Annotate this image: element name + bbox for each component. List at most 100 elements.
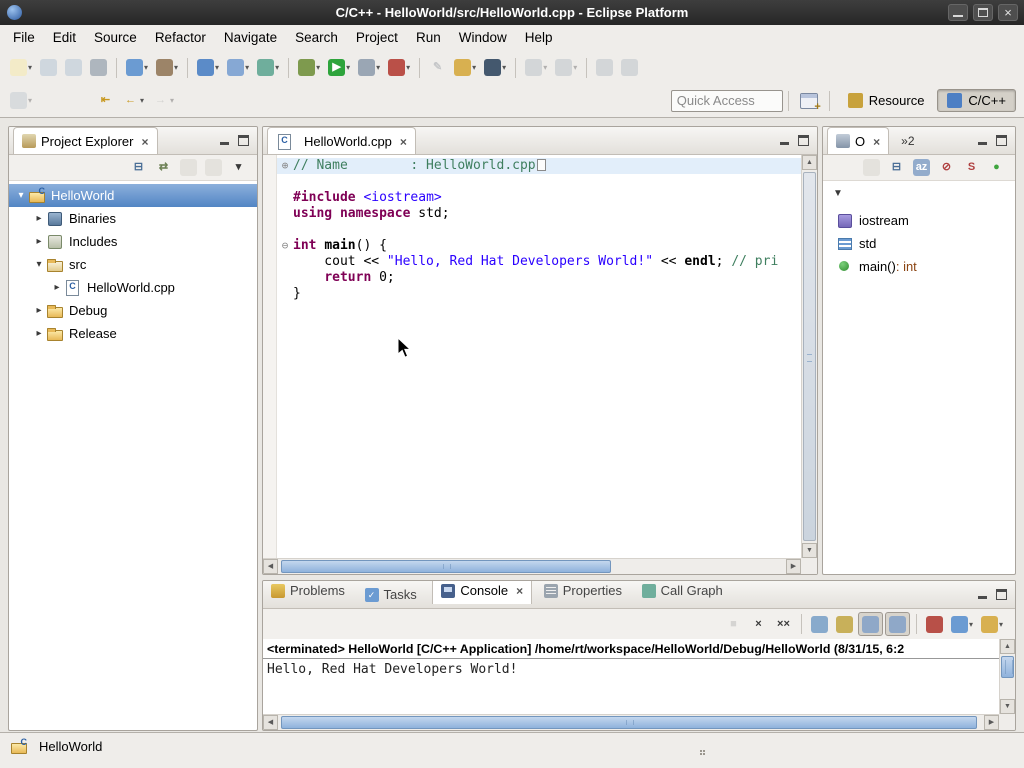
toolbar-button[interactable]: ▾	[123, 56, 151, 80]
console-area-tab[interactable]: Console	[432, 580, 532, 604]
code-line[interactable]: ⊖int main() {	[277, 238, 801, 254]
close-tab-icon[interactable]	[873, 134, 880, 149]
tree-row[interactable]: ▸ HelloWorld.cpp	[9, 276, 257, 299]
console-area-tab[interactable]: Tasks	[357, 581, 425, 608]
perspective-button[interactable]: C/C++	[937, 89, 1016, 112]
tree-row[interactable]: ▸ Debug	[9, 299, 257, 322]
maximize-view-button[interactable]	[996, 589, 1007, 600]
toolbar-button[interactable]: ▾	[522, 56, 550, 80]
toolbar-button[interactable]: ▾	[833, 612, 856, 636]
dropdown-caret-icon[interactable]: ▾	[969, 620, 973, 629]
toolbar-button[interactable]: ×× ▾	[772, 612, 795, 636]
maximize-view-button[interactable]	[798, 135, 809, 146]
dropdown-caret-icon[interactable]: ▾	[316, 63, 320, 72]
toolbar-button[interactable]: ⊟ ▾	[885, 158, 908, 178]
toolbar-button[interactable]: az ▾	[910, 158, 933, 178]
dropdown-caret-icon[interactable]: ▾	[999, 620, 1003, 629]
code-line[interactable]: }	[277, 286, 801, 302]
menu-item[interactable]: Project	[347, 25, 407, 51]
scroll-left-icon[interactable]: ◀	[263, 559, 278, 574]
dropdown-caret-icon[interactable]: ▾	[28, 96, 32, 105]
toolbar-button[interactable]: → ▾	[149, 89, 177, 113]
scrollbar-thumb[interactable]	[1001, 656, 1014, 678]
dropdown-caret-icon[interactable]: ▾	[346, 63, 350, 72]
toolbar-button[interactable]: ▾	[923, 612, 946, 636]
scrollbar-thumb[interactable]	[281, 560, 611, 573]
maximize-window-button[interactable]	[973, 4, 993, 21]
toolbar-button[interactable]: ▾	[948, 612, 976, 636]
toolbar-button[interactable]: ▾	[7, 89, 35, 113]
minimize-view-button[interactable]	[779, 135, 790, 146]
expand-arrow-icon[interactable]: ▸	[32, 236, 46, 247]
perspective-button[interactable]: Resource	[838, 89, 935, 112]
code-line[interactable]: ⊕// Name : HelloWorld.cpp	[277, 158, 801, 174]
menu-item[interactable]: Search	[286, 25, 347, 51]
expand-arrow-icon[interactable]: ▸	[32, 328, 46, 339]
toolbar-button[interactable]: ⊟ ▾	[127, 158, 150, 178]
close-tab-icon[interactable]	[516, 583, 523, 598]
menu-item[interactable]: Help	[516, 25, 562, 51]
dropdown-caret-icon[interactable]: ▾	[140, 96, 144, 105]
close-tab-icon[interactable]	[141, 134, 148, 149]
dropdown-caret-icon[interactable]: ▾	[406, 63, 410, 72]
toolbar-button[interactable]: ▶ ▾	[325, 56, 353, 80]
expand-arrow-icon[interactable]: ▸	[50, 282, 64, 293]
toolbar-button[interactable]: ▾	[37, 56, 60, 80]
outline-view-menu-icon[interactable]: ▼	[823, 181, 1015, 205]
close-tab-icon[interactable]	[400, 134, 407, 149]
toolbar-button[interactable]: ▾	[62, 56, 85, 80]
maximize-view-button[interactable]	[996, 135, 1007, 146]
dropdown-caret-icon[interactable]: ▾	[502, 63, 506, 72]
toolbar-button[interactable]: ▾	[355, 56, 383, 80]
minimize-view-button[interactable]	[977, 589, 988, 600]
dropdown-caret-icon[interactable]: ▾	[144, 63, 148, 72]
toolbar-button[interactable]: ▾	[295, 56, 323, 80]
toolbar-button[interactable]: ▾	[552, 56, 580, 80]
scroll-right-icon[interactable]: ▶	[786, 559, 801, 574]
toolbar-button[interactable]: × ▾	[747, 612, 770, 636]
expand-arrow-icon[interactable]: ▾	[32, 259, 46, 270]
vertical-scrollbar[interactable]: ▲ ▼	[999, 639, 1015, 714]
toolbar-button[interactable]: ▾	[618, 56, 641, 80]
toolbar-button[interactable]: ▾	[593, 56, 616, 80]
dropdown-caret-icon[interactable]: ▾	[170, 96, 174, 105]
minimize-view-button[interactable]	[219, 135, 230, 146]
code-lines[interactable]: ⊕// Name : HelloWorld.cpp#include <iostr…	[277, 158, 801, 558]
tree-row[interactable]: ▾ HelloWorld	[9, 184, 257, 207]
toolbar-button[interactable]: ⇤ ▾	[94, 89, 117, 113]
menu-item[interactable]: Refactor	[146, 25, 215, 51]
toolbar-button[interactable]: ← ▾	[119, 89, 147, 113]
fold-marker-icon[interactable]: ⊕	[277, 158, 293, 174]
tab-outline[interactable]: O	[827, 127, 889, 154]
toolbar-button[interactable]: ⊘ ▾	[935, 158, 958, 178]
console-output-area[interactable]: <terminated> HelloWorld [C/C++ Applicati…	[263, 639, 999, 714]
toolbar-button[interactable]: ▾	[254, 56, 282, 80]
scroll-right-icon[interactable]: ▶	[984, 715, 999, 730]
code-line[interactable]	[277, 222, 801, 238]
folded-region-box[interactable]	[537, 159, 546, 171]
outline-item[interactable]: std	[823, 232, 1015, 255]
toolbar-button[interactable]: ● ▾	[985, 158, 1008, 178]
toolbar-button[interactable]: ✎ ▾	[426, 56, 449, 80]
menu-item[interactable]: File	[4, 25, 44, 51]
expand-arrow-icon[interactable]: ▸	[32, 213, 46, 224]
dropdown-caret-icon[interactable]: ▾	[245, 63, 249, 72]
toolbar-button[interactable]: ▾	[87, 56, 110, 80]
minimize-view-button[interactable]	[977, 135, 988, 146]
code-line[interactable]	[277, 174, 801, 190]
dropdown-caret-icon[interactable]: ▾	[174, 63, 178, 72]
toolbar-button[interactable]: ▾	[481, 56, 509, 80]
tree-row[interactable]: ▸ Binaries	[9, 207, 257, 230]
tree-row[interactable]: ▾ src	[9, 253, 257, 276]
toolbar-button[interactable]: ▾ ▾	[227, 158, 250, 178]
horizontal-scrollbar[interactable]: ◀ ▶	[263, 714, 999, 730]
toolbar-button[interactable]: S ▾	[960, 158, 983, 178]
toolbar-button[interactable]: ▾	[385, 56, 413, 80]
dropdown-caret-icon[interactable]: ▾	[573, 63, 577, 72]
menu-item[interactable]: Run	[407, 25, 450, 51]
dropdown-caret-icon[interactable]: ▾	[215, 63, 219, 72]
tab-project-explorer[interactable]: Project Explorer	[13, 127, 158, 154]
outline-item[interactable]: main() : int	[823, 255, 1015, 278]
toolbar-button[interactable]: ▾	[7, 56, 35, 80]
console-area-tab[interactable]: Problems	[263, 580, 353, 604]
